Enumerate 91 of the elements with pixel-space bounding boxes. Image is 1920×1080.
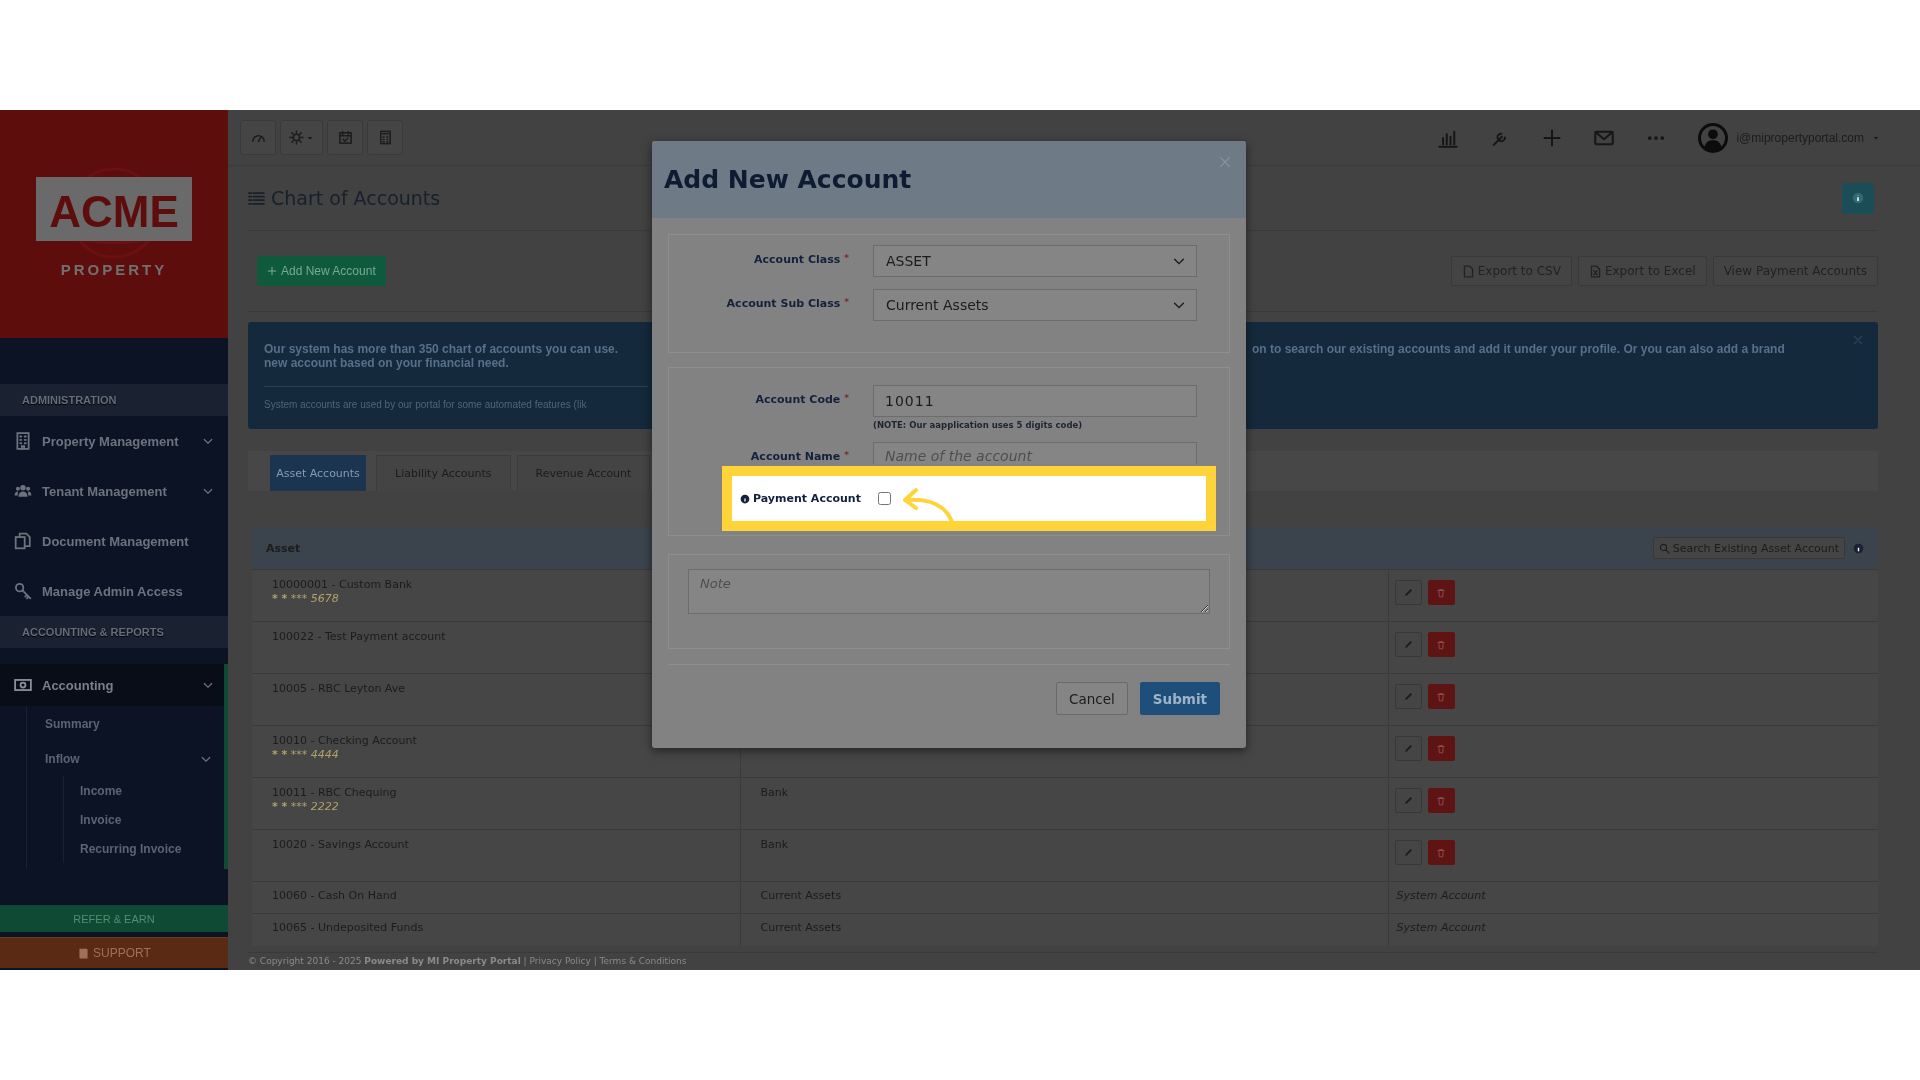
delete-button[interactable] — [1427, 580, 1455, 605]
list-icon — [248, 189, 265, 207]
edit-button[interactable] — [1394, 684, 1422, 709]
modal-title: Add New Account — [664, 165, 912, 194]
banknote-icon — [14, 676, 32, 694]
delete-button[interactable] — [1427, 684, 1455, 709]
checkbox-label: Payment Account — [753, 492, 861, 505]
banner-text: on to search our existing accounts and add it under your profile. Or you can also add a brand — [1252, 342, 1785, 356]
required-mark: * — [844, 450, 849, 460]
required-mark: * — [844, 393, 849, 403]
sidebar-item[interactable]: Accounting — [0, 664, 228, 706]
plus-icon — [267, 266, 277, 276]
banner-text: new account based on your financial need. — [264, 356, 510, 370]
close-button[interactable] — [1218, 155, 1232, 169]
settings-icon — [289, 130, 304, 145]
settings-button[interactable] — [280, 120, 323, 155]
file-icon — [1461, 264, 1475, 278]
calendar-icon — [337, 130, 353, 145]
field-label: Account Name — [750, 450, 841, 463]
pencil-icon — [1402, 743, 1414, 754]
delete-button[interactable] — [1427, 840, 1455, 865]
edit-button[interactable] — [1394, 840, 1422, 865]
sidebar-item[interactable]: Property Management — [0, 416, 228, 466]
delete-button[interactable] — [1427, 788, 1455, 813]
search-icon — [1658, 542, 1670, 554]
select-field[interactable]: ASSET — [873, 245, 1197, 277]
calculator-icon — [377, 130, 393, 145]
sidebar-item[interactable]: Inflow — [27, 741, 224, 776]
info-button[interactable] — [1842, 182, 1874, 214]
info-icon — [740, 493, 750, 504]
close-icon[interactable] — [1852, 334, 1864, 346]
section-heading: ACCOUNTING & REPORTS — [0, 616, 228, 648]
pencil-icon — [1402, 847, 1414, 858]
delete-button[interactable] — [1427, 736, 1455, 761]
pencil-icon — [1402, 587, 1414, 598]
edit-button[interactable] — [1394, 632, 1422, 657]
refer-and-earn-button[interactable]: REFER & EARN — [0, 905, 228, 932]
masked-number: * * *** 4444 — [272, 748, 340, 761]
trash-icon — [1436, 795, 1446, 806]
copyright-text: © Copyright 2016 - 2025 Powered by MI Property Portal | Privacy Policy | Terms & Conditions — [248, 956, 687, 966]
calendar-button[interactable] — [327, 120, 363, 155]
banner-text: Our system has more than 350 chart of accounts you can use. — [264, 342, 620, 356]
required-mark: * — [844, 297, 849, 307]
trash-icon — [1436, 743, 1446, 754]
sidebar-item[interactable]: Tenant Management — [0, 466, 228, 516]
sidebar-item[interactable]: Invoice — [64, 805, 224, 834]
calculator-button[interactable] — [367, 120, 403, 155]
pencil-icon — [1402, 691, 1414, 702]
tab[interactable]: Asset Accounts — [270, 455, 366, 491]
sidebar-item[interactable]: Manage Admin Access — [0, 566, 228, 616]
sidebar-item[interactable]: Document Management — [0, 516, 228, 566]
cancel-button[interactable]: Cancel — [1056, 682, 1128, 715]
key-icon — [14, 582, 32, 600]
building-icon — [14, 432, 32, 450]
required-mark: * — [844, 253, 849, 263]
dashboard-button[interactable] — [240, 120, 276, 155]
sidebar-item[interactable]: Recurring Invoice — [64, 834, 224, 863]
field-label: Account Class — [754, 253, 841, 266]
sidebar-item[interactable]: Summary — [27, 706, 224, 741]
section-heading: ADMINISTRATION — [0, 384, 228, 416]
info-icon — [1852, 192, 1864, 204]
spreadsheet-file-icon — [1588, 264, 1602, 278]
support-button[interactable]: SUPPORT — [0, 937, 228, 968]
edit-button[interactable] — [1394, 788, 1422, 813]
add-account-button[interactable]: Add New Account — [257, 256, 386, 286]
documents-icon — [14, 532, 32, 550]
pencil-icon — [1402, 639, 1414, 650]
select-field[interactable]: Current Assets — [873, 289, 1197, 321]
trash-icon — [1436, 847, 1446, 858]
field-label: Account Sub Class — [726, 297, 841, 310]
masked-number: * * *** 5678 — [272, 592, 340, 605]
trash-icon — [1436, 587, 1446, 598]
payment-account-checkbox[interactable] — [877, 492, 891, 505]
users-icon — [14, 482, 32, 500]
delete-button[interactable] — [1427, 632, 1455, 657]
sidebar-item[interactable]: Income — [64, 776, 224, 805]
submit-button[interactable]: Submit — [1139, 682, 1220, 715]
field-hint: (NOTE: Our aapplication uses 5 digits code) — [873, 420, 1084, 430]
masked-number: * * *** 2222 — [272, 800, 340, 813]
edit-button[interactable] — [1394, 736, 1422, 761]
input-field[interactable]: 10011 — [873, 385, 1197, 417]
plus-icon[interactable] — [1542, 127, 1563, 148]
trash-icon — [1436, 639, 1446, 650]
trash-icon — [1436, 691, 1446, 702]
field-label: Account Code — [755, 393, 841, 406]
edit-button[interactable] — [1394, 580, 1422, 605]
book-icon — [77, 946, 91, 960]
pencil-icon — [1402, 795, 1414, 806]
avatar-icon[interactable] — [1698, 122, 1729, 153]
close-icon — [1218, 155, 1232, 169]
info-icon[interactable] — [1853, 542, 1864, 554]
